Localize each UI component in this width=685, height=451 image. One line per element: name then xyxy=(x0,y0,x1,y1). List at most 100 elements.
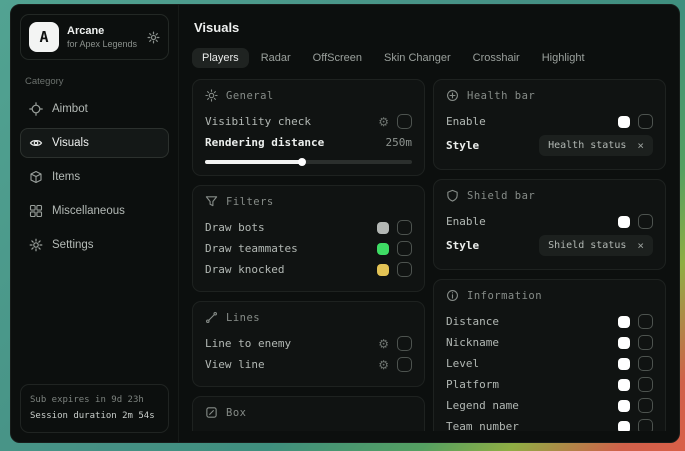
legend-name-row: Legend name xyxy=(446,395,653,416)
selected-style-value: Shield status xyxy=(548,240,626,251)
color-swatch[interactable] xyxy=(618,116,630,128)
row-label: Line to enemy xyxy=(205,337,291,350)
app-window: A Arcane for Apex Legends Category xyxy=(10,4,680,443)
row-label: Legend name xyxy=(446,399,519,412)
tab-crosshair[interactable]: Crosshair xyxy=(463,48,530,68)
filters-card: Filters Draw bots Draw teammates xyxy=(192,185,425,292)
rendering-distance-slider[interactable] xyxy=(205,160,412,164)
draw-knocked-row: Draw knocked xyxy=(205,259,412,280)
app-settings-gear-icon[interactable] xyxy=(147,31,160,44)
draw-teammates-checkbox[interactable] xyxy=(397,241,412,256)
line-icon xyxy=(205,311,218,324)
color-swatch[interactable] xyxy=(618,216,630,228)
close-icon[interactable]: × xyxy=(637,139,644,152)
color-swatch[interactable] xyxy=(618,337,630,349)
session-duration-text: Session duration 2m 54s xyxy=(30,409,159,424)
sidebar-item-label: Items xyxy=(52,171,80,183)
line-to-enemy-checkbox[interactable] xyxy=(397,336,412,351)
section-title: Shield bar xyxy=(467,190,535,202)
team-number-checkbox[interactable] xyxy=(638,419,653,431)
sidebar-item-settings[interactable]: Settings xyxy=(20,230,169,260)
settings-columns: General Visibility check ⚙ Rendering dis… xyxy=(192,79,666,431)
left-column: General Visibility check ⚙ Rendering dis… xyxy=(192,79,425,431)
cube-icon xyxy=(29,170,43,184)
row-label: Enable xyxy=(446,215,486,228)
platform-row: Platform xyxy=(446,374,653,395)
shield-bar-card: Shield bar Enable Style Shield status xyxy=(433,179,666,270)
draw-bots-checkbox[interactable] xyxy=(397,220,412,235)
health-bar-card: Health bar Enable Style Health status xyxy=(433,79,666,170)
rendering-distance-row: Rendering distance 250m xyxy=(205,132,412,153)
row-label: Draw teammates xyxy=(205,242,298,255)
gear-icon xyxy=(29,238,43,252)
app-subtitle: for Apex Legends xyxy=(67,39,137,49)
tab-players[interactable]: Players xyxy=(192,48,249,68)
app-logo-card: A Arcane for Apex Legends xyxy=(20,14,169,60)
row-label: Level xyxy=(446,357,479,370)
subscription-info-card: Sub expires in 9d 23h Session duration 2… xyxy=(20,384,169,433)
row-label: Visibility check xyxy=(205,115,311,128)
eye-icon xyxy=(29,136,43,150)
sidebar-item-visuals[interactable]: Visuals xyxy=(20,128,169,158)
desktop: { "app": { "logo_letter": "A", "name": "… xyxy=(0,0,685,451)
right-column: Health bar Enable Style Health status xyxy=(433,79,666,431)
team-number-row: Team number xyxy=(446,416,653,431)
row-label: Draw knocked xyxy=(205,263,284,276)
distance-checkbox[interactable] xyxy=(638,314,653,329)
section-title: Box xyxy=(226,407,246,419)
sidebar-item-miscellaneous[interactable]: Miscellaneous xyxy=(20,196,169,226)
tab-offscreen[interactable]: OffScreen xyxy=(303,48,372,68)
section-title: General xyxy=(226,90,274,102)
page-title: Visuals xyxy=(194,20,664,35)
tab-skin-changer[interactable]: Skin Changer xyxy=(374,48,461,68)
close-icon[interactable]: × xyxy=(637,239,644,252)
section-title: Health bar xyxy=(467,90,535,102)
row-label: Team number xyxy=(446,420,519,431)
sun-icon xyxy=(205,89,218,102)
health-enable-checkbox[interactable] xyxy=(638,114,653,129)
color-swatch[interactable] xyxy=(618,379,630,391)
color-swatch[interactable] xyxy=(618,421,630,432)
draw-knocked-checkbox[interactable] xyxy=(397,262,412,277)
slider-fill xyxy=(205,160,302,164)
color-swatch[interactable] xyxy=(618,316,630,328)
health-style-select[interactable]: Health status × xyxy=(539,135,653,156)
sidebar-item-items[interactable]: Items xyxy=(20,162,169,192)
color-swatch[interactable] xyxy=(377,243,389,255)
tab-radar[interactable]: Radar xyxy=(251,48,301,68)
main-panel: Visuals Players Radar OffScreen Skin Cha… xyxy=(179,5,679,442)
platform-checkbox[interactable] xyxy=(638,377,653,392)
health-enable-row: Enable xyxy=(446,111,653,132)
row-label: Style xyxy=(446,139,479,152)
shield-bar-card-header: Shield bar xyxy=(446,189,653,202)
option-gear-icon[interactable]: ⚙ xyxy=(378,116,389,128)
shield-style-row: Style Shield status × xyxy=(446,232,653,258)
row-label: Distance xyxy=(446,315,499,328)
color-swatch[interactable] xyxy=(377,264,389,276)
tab-highlight[interactable]: Highlight xyxy=(532,48,595,68)
legend-name-checkbox[interactable] xyxy=(638,398,653,413)
crosshair-icon xyxy=(29,102,43,116)
draw-bots-row: Draw bots xyxy=(205,217,412,238)
information-card: Information Distance Nickname xyxy=(433,279,666,431)
row-label: Nickname xyxy=(446,336,499,349)
shield-style-select[interactable]: Shield status × xyxy=(539,235,653,256)
lines-card: Lines Line to enemy ⚙ View line ⚙ xyxy=(192,301,425,387)
lines-card-header: Lines xyxy=(205,311,412,324)
option-gear-icon[interactable]: ⚙ xyxy=(378,338,389,350)
draw-teammates-row: Draw teammates xyxy=(205,238,412,259)
view-line-checkbox[interactable] xyxy=(397,357,412,372)
level-checkbox[interactable] xyxy=(638,356,653,371)
health-bar-card-header: Health bar xyxy=(446,89,653,102)
sidebar-item-label: Aimbot xyxy=(52,103,88,115)
filters-card-header: Filters xyxy=(205,195,412,208)
row-label: Platform xyxy=(446,378,499,391)
color-swatch[interactable] xyxy=(377,222,389,234)
option-gear-icon[interactable]: ⚙ xyxy=(378,359,389,371)
nickname-checkbox[interactable] xyxy=(638,335,653,350)
color-swatch[interactable] xyxy=(618,358,630,370)
sidebar-item-aimbot[interactable]: Aimbot xyxy=(20,94,169,124)
color-swatch[interactable] xyxy=(618,400,630,412)
shield-enable-checkbox[interactable] xyxy=(638,214,653,229)
visibility-check-checkbox[interactable] xyxy=(397,114,412,129)
